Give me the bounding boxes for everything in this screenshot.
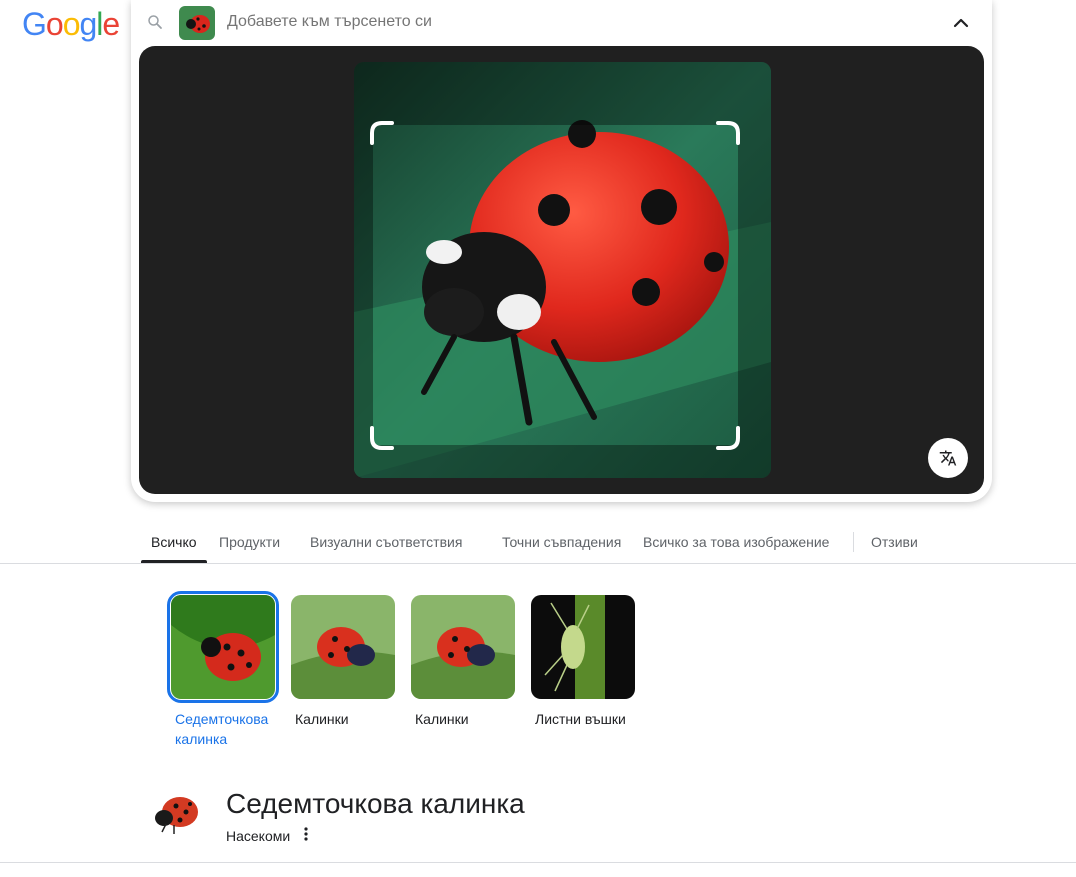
logo-letter: o xyxy=(62,6,81,42)
translate-icon xyxy=(939,450,957,466)
tab-about-image[interactable]: Всичко за това изображение xyxy=(643,534,829,550)
logo-letter: G xyxy=(22,6,47,42)
crop-selection-handles[interactable] xyxy=(370,121,740,450)
ladybug-icon xyxy=(150,790,206,838)
more-vert-icon[interactable] xyxy=(298,826,314,844)
lens-search-panel xyxy=(131,0,992,502)
entity-label: Листни въшки xyxy=(535,711,626,727)
tab-all[interactable]: Всичко xyxy=(151,534,197,550)
knowledge-panel-title: Седемточкова калинка xyxy=(226,788,525,819)
chevron-up-icon[interactable] xyxy=(949,11,973,35)
ladybug-icon xyxy=(411,595,515,699)
entity-label: Седемточкова калинка xyxy=(175,711,269,747)
entity-thumbnail xyxy=(291,595,395,699)
logo-letter: e xyxy=(102,6,120,42)
knowledge-panel-thumbnail[interactable] xyxy=(150,790,206,838)
entity-card[interactable]: Калинки xyxy=(291,595,399,729)
search-bar[interactable] xyxy=(131,0,992,46)
entity-label: Калинки xyxy=(295,711,349,727)
ladybug-icon xyxy=(291,595,395,699)
logo-letter: g xyxy=(79,6,97,42)
query-image-chip[interactable] xyxy=(179,6,215,40)
tab-products[interactable]: Продукти xyxy=(219,534,280,550)
entity-card[interactable]: Седемточкова калинка xyxy=(167,591,279,749)
tab-visual-matches[interactable]: Визуални съответствия xyxy=(310,534,462,550)
logo-letter: o xyxy=(45,6,64,42)
section-divider xyxy=(0,862,1076,863)
translate-button[interactable] xyxy=(928,438,968,478)
aphid-icon xyxy=(531,595,635,699)
ladybug-thumbnail-icon xyxy=(179,6,215,40)
entity-thumbnail xyxy=(531,595,635,699)
tab-exact-matches[interactable]: Точни съвпадения xyxy=(502,534,621,550)
entity-thumbnail xyxy=(167,591,279,703)
entity-label: Калинки xyxy=(415,711,469,727)
search-icon xyxy=(148,15,162,29)
tab-divider xyxy=(853,532,854,552)
ladybug-on-leaf-icon xyxy=(171,595,275,699)
google-logo[interactable]: Google xyxy=(22,6,120,43)
entity-thumbnail xyxy=(411,595,515,699)
knowledge-panel-subtitle: Насекоми xyxy=(226,828,291,844)
search-input[interactable] xyxy=(227,13,787,31)
entity-card[interactable]: Калинки xyxy=(411,595,519,729)
image-viewer xyxy=(139,46,984,494)
tabs-divider-line xyxy=(0,563,1076,564)
tab-reviews[interactable]: Отзиви xyxy=(871,534,918,550)
entity-card[interactable]: Листни въшки xyxy=(531,595,639,729)
